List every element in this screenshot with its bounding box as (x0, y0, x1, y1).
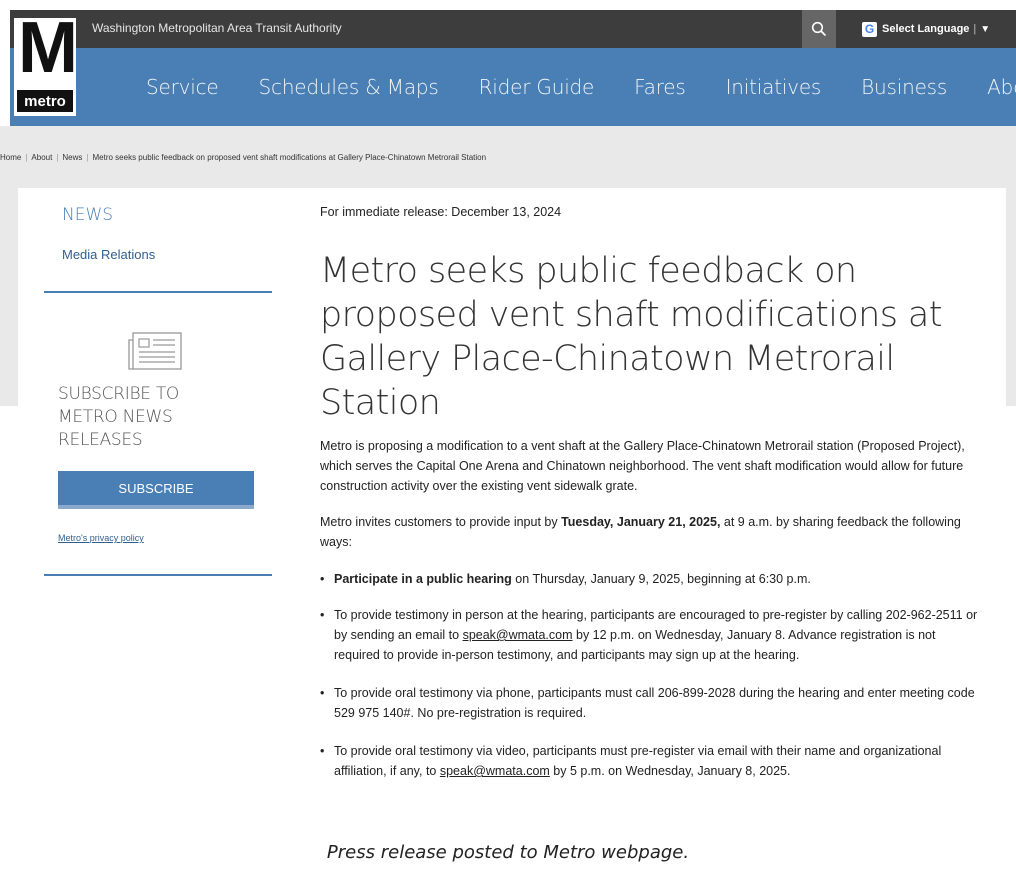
language-selector[interactable]: G Select Language | ▼ (862, 10, 990, 48)
nav-item-fares[interactable]: Fares (634, 75, 686, 99)
top-bar: Washington Metropolitan Area Transit Aut… (10, 10, 1016, 48)
metro-logo[interactable]: M metro (14, 12, 78, 116)
language-label: Select Language (882, 23, 970, 35)
list-item: To provide testimony in person at the he… (320, 605, 980, 665)
email-link[interactable]: speak@wmata.com (440, 764, 550, 778)
breadcrumb-item[interactable]: Home (0, 153, 21, 162)
google-translate-icon: G (862, 21, 877, 37)
nav-item-schedules-maps[interactable]: Schedules & Maps (259, 75, 439, 99)
email-link[interactable]: speak@wmata.com (463, 628, 573, 642)
article-paragraph: Metro is proposing a modification to a v… (320, 439, 965, 493)
breadcrumb-item[interactable]: News (62, 153, 82, 162)
bullet-text: To provide oral testimony via phone, par… (334, 686, 975, 720)
logo-letter: M (18, 8, 78, 88)
breadcrumb-separator: | (86, 153, 89, 162)
nav-item-about[interactable]: About (987, 75, 1016, 99)
breadcrumb-item[interactable]: About (31, 153, 52, 162)
breadcrumb-separator: | (25, 153, 28, 162)
nav-item-rider-guide[interactable]: Rider Guide (479, 75, 595, 99)
language-separator: | (973, 23, 977, 35)
nav-items: Service Schedules & Maps Rider Guide Fares I… (146, 48, 1016, 126)
bullet-text: by 5 p.m. on Wednesday, January 8, 2025. (549, 764, 791, 778)
sidebar-divider-bottom (44, 574, 272, 576)
subscribe-button[interactable]: SUBSCRIBE (58, 471, 254, 509)
sidebar-heading: NEWS (62, 205, 114, 225)
breadcrumb-separator: | (56, 153, 59, 162)
feedback-methods-list: Participate in a public hearing on Thurs… (320, 569, 980, 799)
org-name: Washington Metropolitan Area Transit Aut… (92, 21, 342, 35)
bullet-bold: Participate in a public hearing (334, 572, 512, 586)
page-title: Metro seeks public feedback on proposed … (320, 251, 942, 423)
privacy-policy-link[interactable]: Metro's privacy policy (58, 533, 144, 543)
subscribe-heading: SUBSCRIBE TO METRO NEWS RELEASES (58, 384, 179, 450)
main-nav: Service Schedules & Maps Rider Guide Fares I… (10, 48, 1016, 126)
logo-word: metro (17, 90, 73, 112)
breadcrumb-item: Metro seeks public feedback on proposed … (92, 153, 487, 162)
article: For immediate release: December 13, 2024… (320, 205, 980, 778)
deadline-text-before: Metro invites customers to provide input… (320, 515, 562, 529)
media-relations-link[interactable]: Media Relations (62, 247, 155, 262)
list-item: Participate in a public hearing on Thurs… (320, 569, 980, 589)
deadline-date: Tuesday, January 21, 2025, (561, 515, 721, 529)
figure-caption: Press release posted to Metro webpage. (326, 842, 690, 863)
search-icon (811, 21, 827, 37)
breadcrumb: Home | About | News | Metro seeks public feedb… (0, 153, 486, 162)
list-item: To provide oral testimony via phone, par… (320, 683, 980, 723)
nav-item-initiatives[interactable]: Initiatives (726, 75, 822, 99)
bullet-text: on Thursday, January 9, 2025, beginning … (511, 572, 811, 586)
chevron-down-icon: ▼ (980, 23, 991, 35)
list-item: To provide oral testimony via video, par… (320, 741, 980, 781)
nav-item-service[interactable]: Service (146, 75, 219, 99)
sidebar-divider (44, 291, 272, 293)
article-paragraph-deadline: Metro invites customers to provide input… (320, 512, 980, 552)
release-date: For immediate release: December 13, 2024 (320, 205, 562, 219)
nav-item-business[interactable]: Business (861, 75, 947, 99)
newspaper-icon (128, 332, 182, 370)
search-button[interactable] (802, 10, 836, 48)
